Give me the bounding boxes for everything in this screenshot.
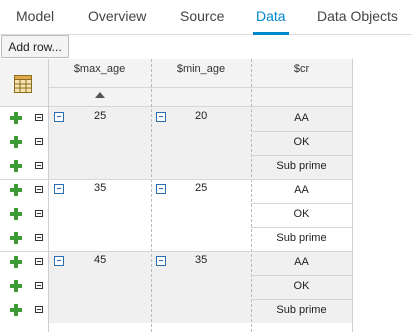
cr-cell[interactable]: AA — [251, 112, 352, 124]
plus-icon[interactable] — [10, 232, 22, 244]
min-age-cell[interactable]: 25 — [195, 182, 207, 194]
add-row-button[interactable]: Add row... — [1, 35, 69, 58]
column-header-min-age[interactable]: $min_age — [151, 63, 251, 75]
tab-model[interactable]: Model — [16, 0, 54, 34]
minus-box-icon[interactable] — [35, 282, 43, 289]
table-row: OK — [0, 131, 352, 155]
collapse-icon[interactable] — [156, 184, 166, 194]
plus-icon[interactable] — [10, 136, 22, 148]
table-row: 45 35 AA — [0, 251, 352, 275]
collapse-icon[interactable] — [156, 112, 166, 122]
min-age-cell[interactable]: 20 — [195, 110, 207, 122]
data-table: $max_age $min_age $cr 25 20 AA OK Sub pr… — [0, 59, 412, 332]
header-divider — [48, 87, 352, 88]
tab-bar: Model Overview Source Data Data Objects — [0, 0, 412, 35]
table-row: Sub prime — [0, 155, 352, 179]
max-age-cell[interactable]: 45 — [94, 254, 106, 266]
plus-icon[interactable] — [10, 256, 22, 268]
sort-up-icon[interactable] — [95, 92, 105, 98]
cr-cell[interactable]: AA — [251, 184, 352, 196]
plus-icon[interactable] — [10, 304, 22, 316]
cr-cell[interactable]: Sub prime — [251, 232, 352, 244]
collapse-icon[interactable] — [54, 256, 64, 266]
table-right-edge — [352, 59, 353, 332]
max-age-cell[interactable]: 25 — [94, 110, 106, 122]
plus-icon[interactable] — [10, 184, 22, 196]
tab-data-objects[interactable]: Data Objects — [317, 0, 398, 34]
minus-box-icon[interactable] — [35, 162, 43, 169]
tab-source[interactable]: Source — [180, 0, 224, 34]
cr-cell[interactable]: Sub prime — [251, 160, 352, 172]
column-header-cr[interactable]: $cr — [251, 63, 352, 75]
minus-box-icon[interactable] — [35, 258, 43, 265]
collapse-icon[interactable] — [156, 256, 166, 266]
table-row: Sub prime — [0, 299, 352, 323]
plus-icon[interactable] — [10, 112, 22, 124]
table-row: Sub prime — [0, 227, 352, 251]
minus-box-icon[interactable] — [35, 114, 43, 121]
cr-cell[interactable]: Sub prime — [251, 304, 352, 316]
minus-box-icon[interactable] — [35, 138, 43, 145]
max-age-cell[interactable]: 35 — [94, 182, 106, 194]
table-row: 35 25 AA — [0, 179, 352, 203]
tab-overview[interactable]: Overview — [88, 0, 146, 34]
collapse-icon[interactable] — [54, 184, 64, 194]
plus-icon[interactable] — [10, 208, 22, 220]
grid-table-icon[interactable] — [14, 75, 32, 93]
min-age-cell[interactable]: 35 — [195, 254, 207, 266]
table-row: OK — [0, 275, 352, 299]
minus-box-icon[interactable] — [35, 210, 43, 217]
plus-icon[interactable] — [10, 280, 22, 292]
minus-box-icon[interactable] — [35, 234, 43, 241]
minus-box-icon[interactable] — [35, 306, 43, 313]
minus-box-icon[interactable] — [35, 186, 43, 193]
cr-cell[interactable]: AA — [251, 256, 352, 268]
collapse-icon[interactable] — [54, 112, 64, 122]
tab-data[interactable]: Data — [253, 0, 289, 35]
cr-cell[interactable]: OK — [251, 280, 352, 292]
cr-cell[interactable]: OK — [251, 208, 352, 220]
cr-cell[interactable]: OK — [251, 136, 352, 148]
column-header-max-age[interactable]: $max_age — [48, 63, 151, 75]
plus-icon[interactable] — [10, 160, 22, 172]
table-row: OK — [0, 203, 352, 227]
table-row: 25 20 AA — [0, 107, 352, 131]
